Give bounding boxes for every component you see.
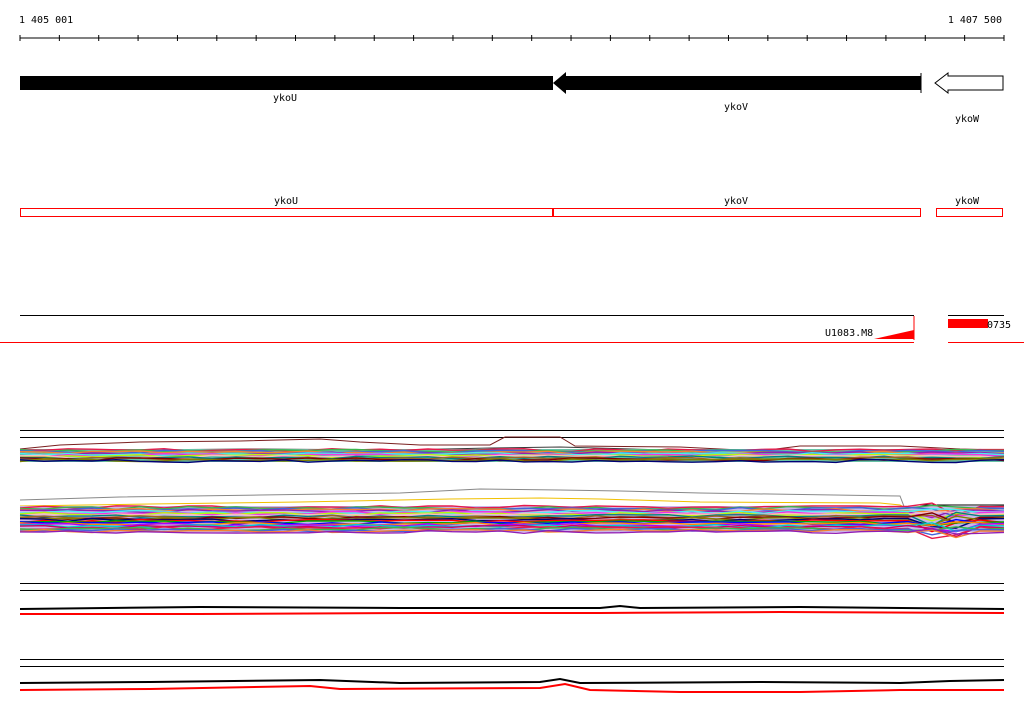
gene-ykoU-label: ykoU xyxy=(273,93,297,104)
track4-line-black xyxy=(19,677,1005,685)
signal-track-3 xyxy=(19,583,1005,615)
gene-ykoV-label: ykoV xyxy=(724,102,748,113)
gene-ykoW-arrow[interactable] xyxy=(934,71,1004,95)
region-ykoW-label: ykoW xyxy=(955,196,980,207)
signal-track-1 xyxy=(19,430,1005,464)
region-ykoU-label: ykoU xyxy=(274,196,298,207)
ruler-end-label: 1 407 500 xyxy=(948,15,1002,26)
feature-label-U1083: U1083.M8 xyxy=(825,328,873,339)
gene-ykoW-label: ykoW xyxy=(955,114,980,125)
gene-ykoV-arrow[interactable] xyxy=(553,72,921,94)
feature-track: U1083.M8 0735 xyxy=(0,314,1024,346)
region-ykoU-box[interactable] xyxy=(20,208,553,217)
track3-line-red xyxy=(20,610,1005,615)
region-ykoW-box[interactable] xyxy=(936,208,1003,217)
feature-label-0735: 0735 xyxy=(987,320,1011,331)
ruler-start-label: 1 405 001 xyxy=(19,15,73,26)
track4-line-red xyxy=(19,682,1004,693)
feature-gap xyxy=(914,314,948,346)
signal-track-2 xyxy=(19,488,1005,540)
track3-line-black xyxy=(19,604,1005,610)
feature-U1083-wedge[interactable] xyxy=(874,330,914,339)
region-track: ykoU ykoV ykoW xyxy=(20,196,1003,217)
region-ykoV-label: ykoV xyxy=(724,196,748,207)
track1-signal-lines xyxy=(19,447,1005,464)
position-ruler: 1 405 001 1 407 500 xyxy=(19,15,1005,41)
gene-ykoU-arrow[interactable] xyxy=(20,76,553,90)
feature-0735-block[interactable] xyxy=(948,319,988,328)
signal-track-4 xyxy=(19,659,1005,693)
genome-browser-view: 1 405 001 1 407 500 ykoU ykoV ykoW ykoU … xyxy=(0,0,1024,714)
gene-track: ykoU ykoV ykoW xyxy=(20,71,1004,125)
region-ykoV-box[interactable] xyxy=(553,208,921,217)
genome-track-panel: 1 405 001 1 407 500 ykoU ykoV ykoW ykoU … xyxy=(0,15,1024,693)
